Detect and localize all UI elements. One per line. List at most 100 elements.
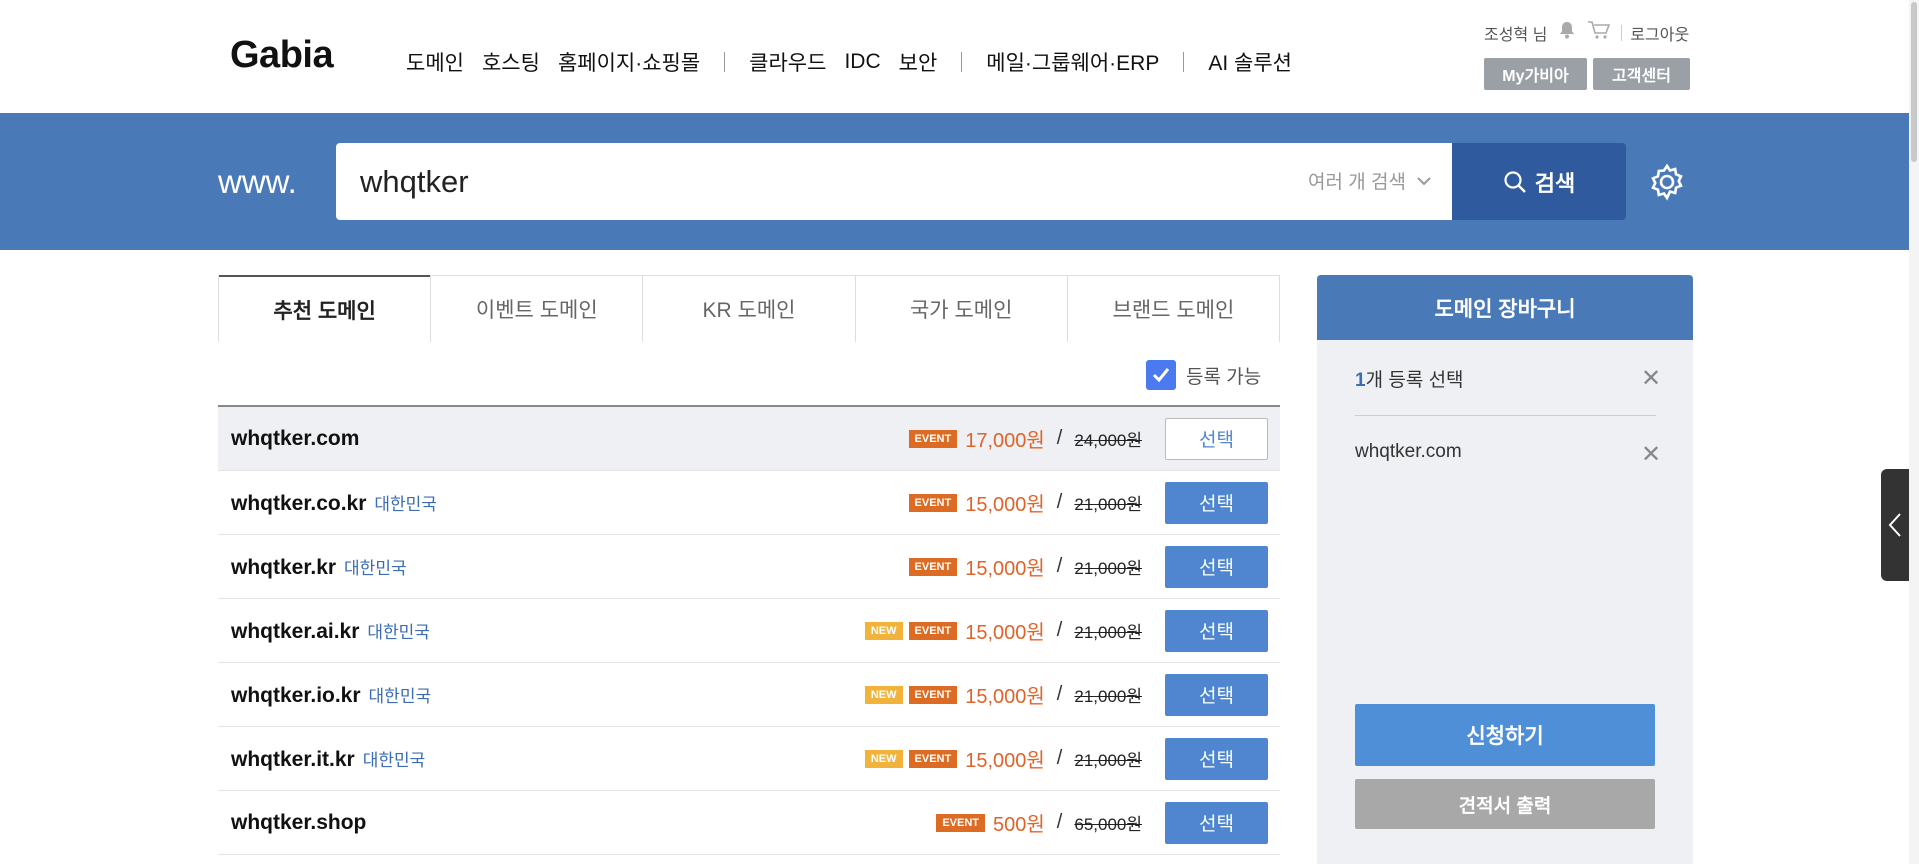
cart-count-number: 1	[1355, 370, 1366, 391]
domain-category-tabs: 추천 도메인 이벤트 도메인 KR 도메인 국가 도메인 브랜드 도메인	[218, 275, 1280, 342]
print-quote-button[interactable]: 견적서 출력	[1355, 779, 1655, 829]
domain-name-text: whqtker.co.kr	[231, 491, 367, 515]
event-badge: EVENT	[908, 429, 958, 448]
sale-price: 15,000원	[965, 750, 1045, 772]
original-price: 21,000원	[1074, 687, 1142, 706]
domain-name-text: whqtker.com	[231, 426, 360, 450]
available-checkbox[interactable]	[1146, 360, 1176, 390]
select-button[interactable]: 선택	[1165, 609, 1268, 652]
select-button[interactable]: 선택	[1165, 417, 1268, 460]
domain-name-text: whqtker.kr	[231, 555, 337, 579]
nav-idc[interactable]: IDC	[844, 50, 880, 74]
utility-bar: 조성혁 님 로그아웃	[1484, 20, 1689, 45]
side-panel-toggle[interactable]	[1881, 469, 1909, 581]
price-area: EVENT 17,000원 / 24,000원	[908, 424, 1142, 453]
original-price: 21,000원	[1074, 623, 1142, 642]
domain-name: whqtker.co.kr 대한민국	[231, 490, 437, 516]
price-area: NEW EVENT 15,000원 / 21,000원	[864, 616, 1142, 645]
www-prefix: www.	[218, 163, 297, 200]
domain-name-text: whqtker.it.kr	[231, 747, 355, 771]
user-name[interactable]: 조성혁 님	[1484, 21, 1547, 45]
check-icon	[1152, 368, 1170, 383]
domain-result-row: whqtker.com EVENT 17,000원 / 24,000원 선택	[218, 407, 1280, 471]
select-button[interactable]: 선택	[1165, 801, 1268, 844]
nav-mail-groupware[interactable]: 메일·그룹웨어·ERP	[986, 47, 1159, 77]
event-badge: EVENT	[908, 685, 958, 704]
original-price: 24,000원	[1074, 431, 1142, 450]
tab-recommended[interactable]: 추천 도메인	[219, 275, 431, 342]
price-area: EVENT 15,000원 / 21,000원	[908, 488, 1142, 517]
available-filter[interactable]: 등록 가능	[1146, 360, 1261, 390]
remove-item-close-icon[interactable]: ✕	[1641, 440, 1661, 469]
available-filter-label: 등록 가능	[1186, 366, 1262, 388]
price-area: NEW EVENT 15,000원 / 21,000원	[864, 744, 1142, 773]
sale-price: 17,000원	[965, 430, 1045, 452]
domain-name: whqtker.ai.kr 대한민국	[231, 618, 430, 644]
sale-price: 500원	[993, 814, 1045, 836]
select-button[interactable]: 선택	[1165, 481, 1268, 524]
tab-kr[interactable]: KR 도메인	[642, 275, 855, 342]
domain-result-row: whqtker.io.kr 대한민국 NEW EVENT 15,000원 / 21,000원…	[218, 663, 1280, 727]
mygabia-button[interactable]: My가비아	[1484, 58, 1587, 90]
event-badge: EVENT	[908, 621, 958, 640]
multi-search-toggle[interactable]: 여러 개 검색	[1308, 167, 1432, 194]
scrollbar-thumb[interactable]	[1911, 2, 1917, 162]
price-area: NEW EVENT 15,000원 / 21,000원	[864, 680, 1142, 709]
domain-name: whqtker.kr 대한민국	[231, 554, 407, 580]
select-button[interactable]: 선택	[1165, 737, 1268, 780]
tab-brand[interactable]: 브랜드 도메인	[1066, 275, 1280, 342]
nav-cloud[interactable]: 클라우드	[749, 47, 826, 77]
country-label: 대한민국	[344, 558, 407, 578]
gabia-logo[interactable]: Gabia	[230, 34, 334, 77]
domain-search-input[interactable]	[360, 143, 1160, 220]
price-area: EVENT 500원 / 65,000원	[936, 808, 1142, 837]
bell-icon[interactable]	[1557, 20, 1577, 45]
domain-result-row: whqtker.ai.kr 대한민국 NEW EVENT 15,000원 / 21,000원…	[218, 599, 1280, 663]
domain-result-row: whqtker.it.kr 대한민국 NEW EVENT 15,000원 / 21,000원…	[218, 727, 1280, 791]
cart-selected-count: 1개 등록 선택	[1355, 365, 1464, 392]
multi-search-label: 여러 개 검색	[1308, 172, 1406, 193]
country-label: 대한민국	[362, 750, 426, 770]
top-header: Gabia 도메인 호스팅 홈페이지·쇼핑몰 클라우드 IDC 보안 메일·그룹…	[0, 0, 1909, 113]
domain-result-row: whqtker.kr 대한민국 EVENT 15,000원 / 21,000원 선택	[218, 535, 1280, 599]
nav-ai-solution[interactable]: AI 솔루션	[1208, 47, 1292, 77]
apply-button[interactable]: 신청하기	[1355, 704, 1655, 766]
price-slash: /	[1056, 683, 1063, 705]
nav-domain[interactable]: 도메인	[406, 47, 464, 77]
country-label: 대한민국	[367, 622, 430, 642]
cart-item-domain: whqtker.com	[1355, 441, 1462, 462]
search-band: www. 여러 개 검색 검색	[0, 113, 1909, 250]
chevron-left-icon	[1888, 513, 1901, 537]
clear-cart-close-icon[interactable]: ✕	[1641, 364, 1661, 393]
nav-homepage-shop[interactable]: 홈페이지·쇼핑몰	[558, 47, 700, 77]
nav-security[interactable]: 보안	[899, 47, 938, 77]
event-badge: EVENT	[908, 749, 958, 768]
original-price: 21,000원	[1074, 559, 1142, 578]
search-button-label: 검색	[1534, 170, 1576, 196]
sale-price: 15,000원	[965, 558, 1045, 580]
settings-gear-icon[interactable]	[1648, 163, 1686, 206]
logout-link[interactable]: 로그아웃	[1630, 21, 1689, 45]
page-scrollbar[interactable]	[1909, 0, 1919, 864]
new-badge: NEW	[864, 621, 903, 640]
price-slash: /	[1056, 491, 1063, 513]
select-button[interactable]: 선택	[1165, 545, 1268, 588]
price-slash: /	[1056, 811, 1063, 833]
tab-country[interactable]: 국가 도메인	[854, 275, 1067, 342]
select-button[interactable]: 선택	[1165, 673, 1268, 716]
nav-divider	[961, 52, 963, 72]
domain-name-text: whqtker.ai.kr	[231, 619, 360, 643]
country-label: 대한민국	[368, 686, 432, 706]
search-button[interactable]: 검색	[1452, 143, 1626, 220]
sale-price: 15,000원	[965, 686, 1045, 708]
support-button[interactable]: 고객센터	[1593, 58, 1690, 90]
price-slash: /	[1056, 555, 1063, 577]
util-divider	[1621, 24, 1623, 41]
country-label: 대한민국	[374, 494, 437, 514]
tab-event[interactable]: 이벤트 도메인	[430, 275, 643, 342]
cart-icon[interactable]	[1587, 20, 1611, 45]
event-badge: EVENT	[936, 813, 986, 832]
nav-hosting[interactable]: 호스팅	[482, 47, 540, 77]
cart-count-text: 개 등록 선택	[1365, 370, 1464, 391]
event-badge: EVENT	[908, 557, 958, 576]
